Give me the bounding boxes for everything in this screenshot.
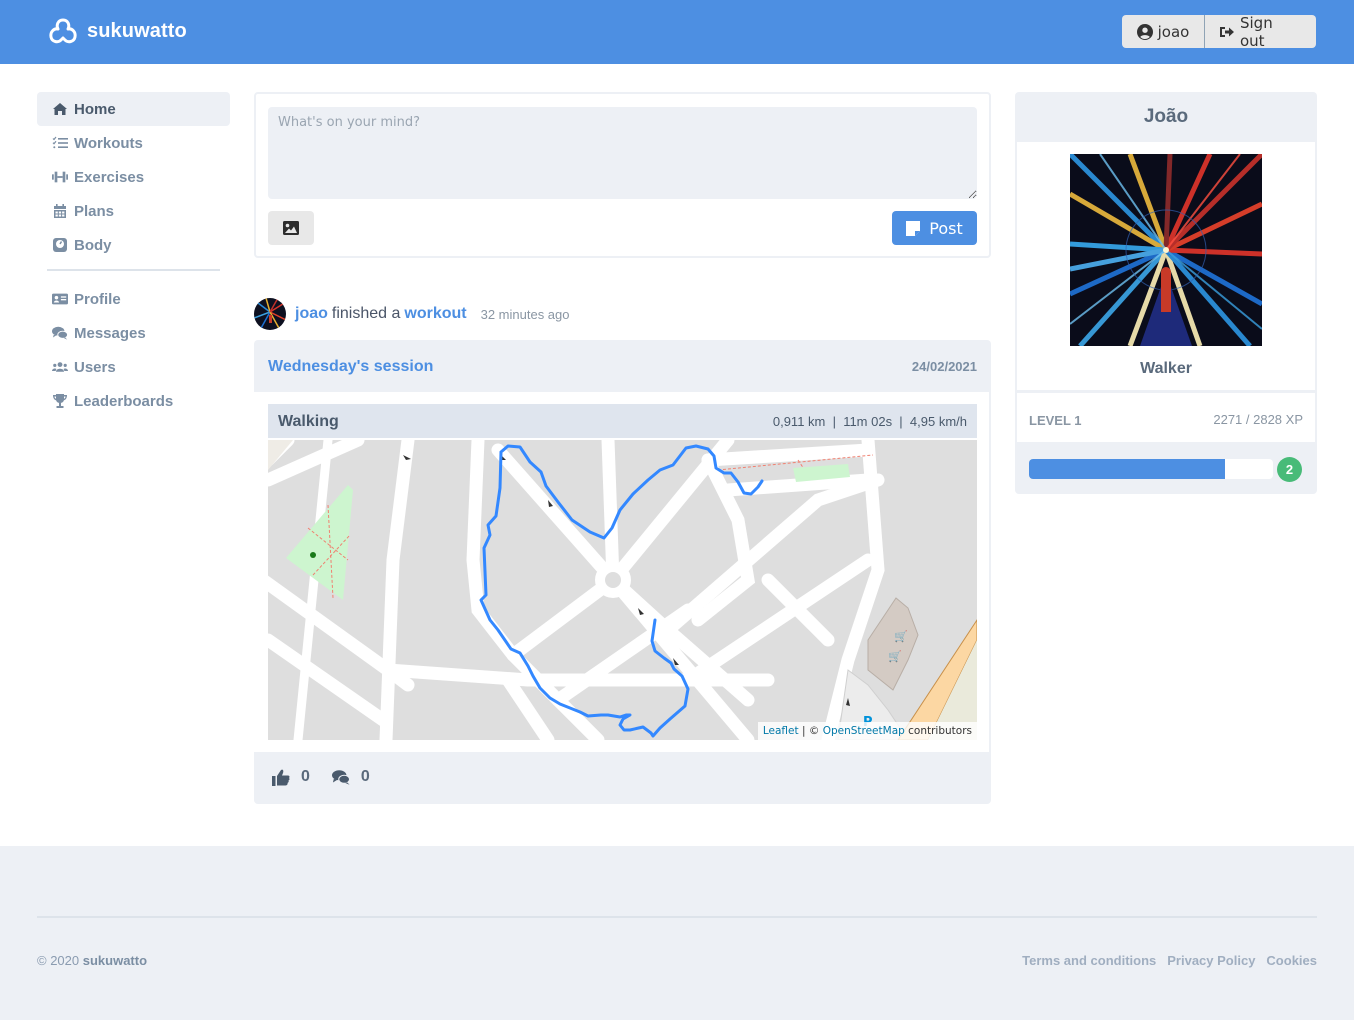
calendar-icon xyxy=(54,204,66,218)
sidebar-item-profile[interactable]: Profile xyxy=(37,282,230,316)
attribution-suffix: contributors xyxy=(904,725,972,737)
post-input[interactable] xyxy=(268,107,977,199)
sidebar-item-exercises[interactable]: Exercises xyxy=(37,160,230,194)
shop-icon: 🛒 xyxy=(894,630,908,643)
profile-name: João xyxy=(1143,106,1189,127)
weight-icon xyxy=(53,238,67,252)
sidebar-item-home[interactable]: Home xyxy=(37,92,230,126)
avatar[interactable] xyxy=(254,298,286,330)
route-map[interactable]: 🛒 🛒 P Leaflet | © OpenStreet xyxy=(268,440,977,740)
workout-actions: 0 0 xyxy=(272,768,392,786)
attribution-separator: | © xyxy=(798,725,823,737)
privacy-link[interactable]: Privacy Policy xyxy=(1167,953,1255,968)
post-button[interactable]: Post xyxy=(892,211,977,245)
sidebar-item-label: Profile xyxy=(74,290,121,308)
activity-header: joao finished a workout 32 minutes ago xyxy=(254,298,570,330)
sidebar-item-label: Users xyxy=(74,358,116,376)
sidebar-item-label: Leaderboards xyxy=(74,392,174,410)
trophy-icon xyxy=(53,394,67,408)
next-level-badge: 2 xyxy=(1277,457,1302,482)
cookies-link[interactable]: Cookies xyxy=(1266,953,1317,968)
navbar: sukuwatto joao Sign out xyxy=(0,0,1354,64)
terms-link[interactable]: Terms and conditions xyxy=(1022,953,1156,968)
footer-divider xyxy=(37,916,1317,918)
workout-body: Walking 0,911 km | 11m 02s | 4,95 km/h 🛒… xyxy=(254,392,989,752)
user-menu-label: joao xyxy=(1157,22,1190,41)
footer-links: Terms and conditions Privacy Policy Cook… xyxy=(1011,953,1317,968)
image-icon xyxy=(283,221,299,235)
comment-count: 0 xyxy=(360,768,370,785)
comment-button[interactable]: 0 xyxy=(331,768,370,786)
xp-progress-bar xyxy=(1029,459,1273,479)
workout-title-link[interactable]: Wednesday's session xyxy=(268,358,433,376)
post-composer: Post xyxy=(254,92,991,258)
user-button-group: joao Sign out xyxy=(1122,13,1316,50)
sidebar-item-plans[interactable]: Plans xyxy=(37,194,230,228)
shop-icon: 🛒 xyxy=(888,650,902,663)
sidebar-item-label: Plans xyxy=(74,202,115,220)
map-tiles: 🛒 🛒 P xyxy=(268,440,977,740)
activity-object-link[interactable]: workout xyxy=(404,305,466,323)
like-count: 0 xyxy=(301,768,310,785)
activity-time: 32 minutes ago xyxy=(480,306,570,322)
xp-label: 2271 / 2828 XP xyxy=(1213,412,1303,427)
brand-name: sukuwatto xyxy=(87,19,187,42)
dumbbell-icon xyxy=(52,171,68,183)
activity-user-link[interactable]: joao xyxy=(295,305,328,323)
profile-picture[interactable] xyxy=(1070,154,1262,346)
exercise-name: Walking xyxy=(278,413,339,430)
home-icon xyxy=(53,103,67,115)
sign-out-button[interactable]: Sign out xyxy=(1205,13,1316,50)
sidebar-item-label: Messages xyxy=(74,324,146,342)
tasks-icon xyxy=(52,136,68,149)
footer: © 2020 sukuwatto Terms and conditions Pr… xyxy=(0,846,1354,1020)
users-icon xyxy=(52,362,68,372)
sidebar-item-leaderboards[interactable]: Leaderboards xyxy=(37,384,230,418)
copyright-prefix: © 2020 xyxy=(37,953,80,968)
exercise-header: Walking 0,911 km | 11m 02s | 4,95 km/h xyxy=(268,404,977,438)
leaflet-link[interactable]: Leaflet xyxy=(763,725,799,737)
user-circle-icon xyxy=(1136,23,1153,40)
thumbs-up-icon xyxy=(272,769,290,786)
post-button-label: Post xyxy=(929,218,963,238)
sidebar: Home Workouts Exercises Plans Body Profi… xyxy=(37,92,230,418)
level-label: LEVEL 1 xyxy=(1029,413,1082,428)
sign-out-icon xyxy=(1219,26,1234,37)
user-menu-button[interactable]: joao xyxy=(1122,15,1205,48)
profile-body: Walker xyxy=(1017,142,1315,390)
logo-icon xyxy=(49,18,77,44)
comments-icon xyxy=(52,326,68,340)
copyright-brand: sukuwatto xyxy=(82,953,148,968)
profile-card: João Walker LEVEL 1 2271 / 2828 XP 2 xyxy=(1015,92,1317,494)
sidebar-item-users[interactable]: Users xyxy=(37,350,230,384)
sign-out-label: Sign out xyxy=(1239,13,1273,50)
id-card-icon xyxy=(52,293,68,305)
attach-image-button[interactable] xyxy=(268,211,314,245)
workout-date: 24/02/2021 xyxy=(911,359,977,374)
exercise-stats: 0,911 km | 11m 02s | 4,95 km/h xyxy=(772,414,967,429)
sidebar-item-label: Body xyxy=(74,236,112,254)
sidebar-item-workouts[interactable]: Workouts xyxy=(37,126,230,160)
level-row: LEVEL 1 2271 / 2828 XP xyxy=(1017,393,1315,442)
profile-title: Walker xyxy=(1140,360,1192,377)
xp-progress-fill xyxy=(1029,459,1225,479)
comments-icon xyxy=(331,769,350,785)
copyright: © 2020 sukuwatto xyxy=(37,953,147,968)
sidebar-item-label: Workouts xyxy=(74,134,143,152)
sidebar-item-messages[interactable]: Messages xyxy=(37,316,230,350)
like-button[interactable]: 0 xyxy=(272,768,310,786)
sidebar-item-label: Exercises xyxy=(74,168,145,186)
sidebar-item-label: Home xyxy=(74,100,116,118)
map-attribution: Leaflet | © OpenStreetMap contributors xyxy=(757,722,977,740)
brand-logo[interactable]: sukuwatto xyxy=(46,16,187,46)
sticky-note-icon xyxy=(906,220,921,236)
sidebar-divider xyxy=(47,269,220,271)
activity-action-text: finished a xyxy=(331,305,401,322)
workout-card: Wednesday's session 24/02/2021 Walking 0… xyxy=(254,340,991,804)
sidebar-item-body[interactable]: Body xyxy=(37,228,230,262)
openstreetmap-link[interactable]: OpenStreetMap xyxy=(823,725,905,737)
